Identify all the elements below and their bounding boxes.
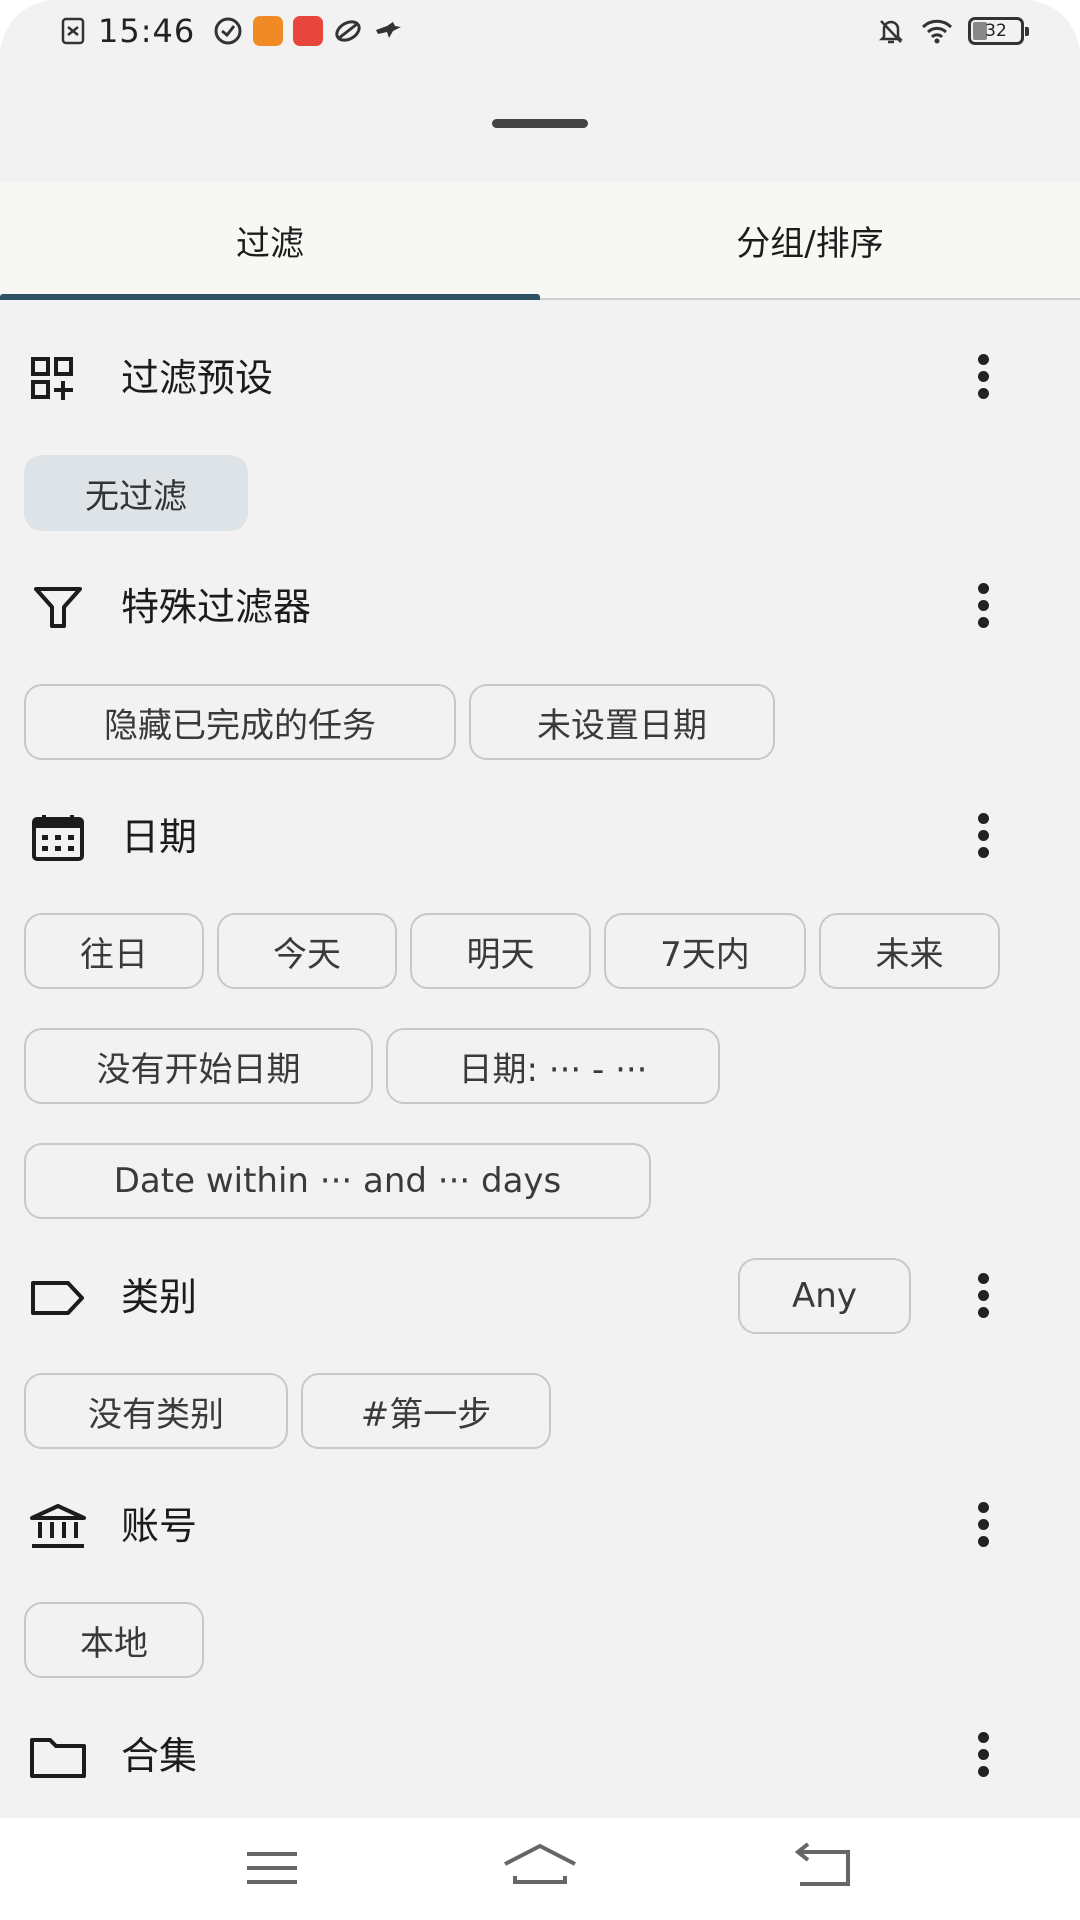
more-dot (977, 847, 989, 858)
section-special-header: 特殊过滤器 (0, 567, 1080, 647)
more-dot (977, 830, 989, 841)
category-match-any-button[interactable]: Any (738, 1258, 911, 1334)
tab-bar: 过滤 分组/排序 (0, 182, 1080, 300)
home-icon[interactable] (495, 1838, 585, 1898)
chip-hide-completed[interactable]: 隐藏已完成的任务 (24, 684, 456, 760)
chip-label: Date within ··· and ··· days (113, 1161, 562, 1201)
more-dot (977, 354, 989, 365)
section-category-header: 类别 (0, 1257, 1080, 1337)
chip-label: 明天 (466, 934, 535, 975)
more-dot (977, 1732, 989, 1743)
chip-label: 未来 (875, 934, 944, 975)
chip-label: 往日 (80, 934, 148, 975)
section-account-title: 账号 (121, 1504, 198, 1548)
app-icon-red (293, 16, 324, 46)
more-dot (977, 1519, 989, 1530)
chip-future[interactable]: 未来 (819, 913, 1000, 989)
chip-category-first-step[interactable]: #第一步 (301, 1373, 551, 1449)
more-dot (977, 1536, 989, 1547)
sheet-drag-handle[interactable] (492, 119, 588, 128)
filter-sheet-screen: 15:46 32 过滤 分组/排序 过滤预设 无过滤 特殊过滤器 隐藏已完成的任… (0, 0, 1080, 1920)
label-icon (31, 1281, 84, 1315)
special-more-button[interactable] (960, 577, 1006, 637)
chip-date-within-days[interactable]: Date within ··· and ··· days (24, 1143, 651, 1219)
more-dot (977, 388, 989, 399)
chip-within-7-days[interactable]: 7天内 (604, 913, 806, 989)
chip-label: 日期: ··· - ··· (458, 1049, 648, 1090)
status-time: 15:46 (98, 12, 196, 50)
more-dot (977, 1766, 989, 1777)
chip-label: 未设置日期 (537, 705, 707, 746)
chip-no-date[interactable]: 未设置日期 (469, 684, 775, 760)
section-collection-title: 合集 (121, 1734, 198, 1778)
more-dot (977, 1273, 989, 1284)
more-dot (977, 600, 989, 611)
wifi-icon (921, 19, 953, 44)
more-dot (977, 617, 989, 628)
tab-filter[interactable]: 过滤 (0, 182, 540, 298)
chip-today[interactable]: 今天 (217, 913, 397, 989)
chip-no-filter[interactable]: 无过滤 (24, 455, 248, 531)
section-date-title: 日期 (121, 815, 198, 859)
tab-group-sort[interactable]: 分组/排序 (540, 182, 1080, 298)
clock-app-icon (214, 17, 242, 45)
back-icon[interactable] (780, 1838, 870, 1898)
account-more-button[interactable] (960, 1496, 1006, 1556)
menu-icon[interactable] (227, 1838, 317, 1898)
section-presets-header: 过滤预设 (0, 338, 1080, 418)
section-presets-title: 过滤预设 (121, 356, 274, 400)
chip-label: 7天内 (660, 934, 750, 975)
chip-local-account[interactable]: 本地 (24, 1602, 204, 1678)
status-bar: 15:46 32 (0, 0, 1080, 66)
tab-indicator (0, 294, 540, 300)
system-nav-bar (0, 1818, 1080, 1920)
status-right: 32 (876, 16, 1029, 46)
add-grid-icon (31, 357, 73, 400)
chip-label: 无过滤 (85, 476, 187, 517)
section-collection-header: 合集 (0, 1716, 1080, 1796)
chip-label: 没有类别 (88, 1394, 224, 1435)
collection-more-button[interactable] (960, 1726, 1006, 1786)
chip-tomorrow[interactable]: 明天 (410, 913, 591, 989)
date-more-button[interactable] (960, 807, 1006, 867)
bird-icon (376, 22, 402, 38)
bank-icon (30, 1504, 86, 1548)
more-dot (977, 813, 989, 824)
more-dot (977, 583, 989, 594)
section-category-title: 类别 (121, 1275, 198, 1319)
chip-label: Any (792, 1276, 857, 1316)
notifications-off-icon (878, 20, 904, 44)
more-dot (977, 1749, 989, 1760)
chip-no-category[interactable]: 没有类别 (24, 1373, 288, 1449)
chip-label: 没有开始日期 (96, 1049, 301, 1090)
app-icon-orange (253, 16, 284, 46)
chip-past[interactable]: 往日 (24, 913, 204, 989)
calendar-icon (32, 815, 84, 861)
presets-more-button[interactable] (960, 348, 1006, 408)
sim-icon (61, 17, 85, 45)
more-dot (977, 1290, 989, 1301)
chip-label: 今天 (273, 934, 341, 975)
more-dot (977, 371, 989, 382)
battery-icon: 32 (968, 17, 1029, 45)
tab-filter-label: 过滤 (236, 223, 304, 264)
status-left: 15:46 (58, 12, 403, 50)
chip-label: 本地 (80, 1623, 148, 1664)
link-icon (335, 20, 361, 42)
section-account-header: 账号 (0, 1486, 1080, 1566)
chip-date-range[interactable]: 日期: ··· - ··· (386, 1028, 720, 1104)
tab-group-sort-label: 分组/排序 (736, 223, 884, 264)
chip-no-start-date[interactable]: 没有开始日期 (24, 1028, 373, 1104)
chip-label: #第一步 (360, 1394, 492, 1435)
chip-label: 隐藏已完成的任务 (104, 705, 376, 746)
battery-level: 32 (985, 21, 1007, 41)
more-dot (977, 1502, 989, 1513)
more-dot (977, 1307, 989, 1318)
section-date-header: 日期 (0, 797, 1080, 877)
section-special-title: 特殊过滤器 (121, 585, 312, 629)
filter-icon (34, 587, 82, 628)
folder-icon (30, 1738, 86, 1778)
category-more-button[interactable] (960, 1267, 1006, 1327)
